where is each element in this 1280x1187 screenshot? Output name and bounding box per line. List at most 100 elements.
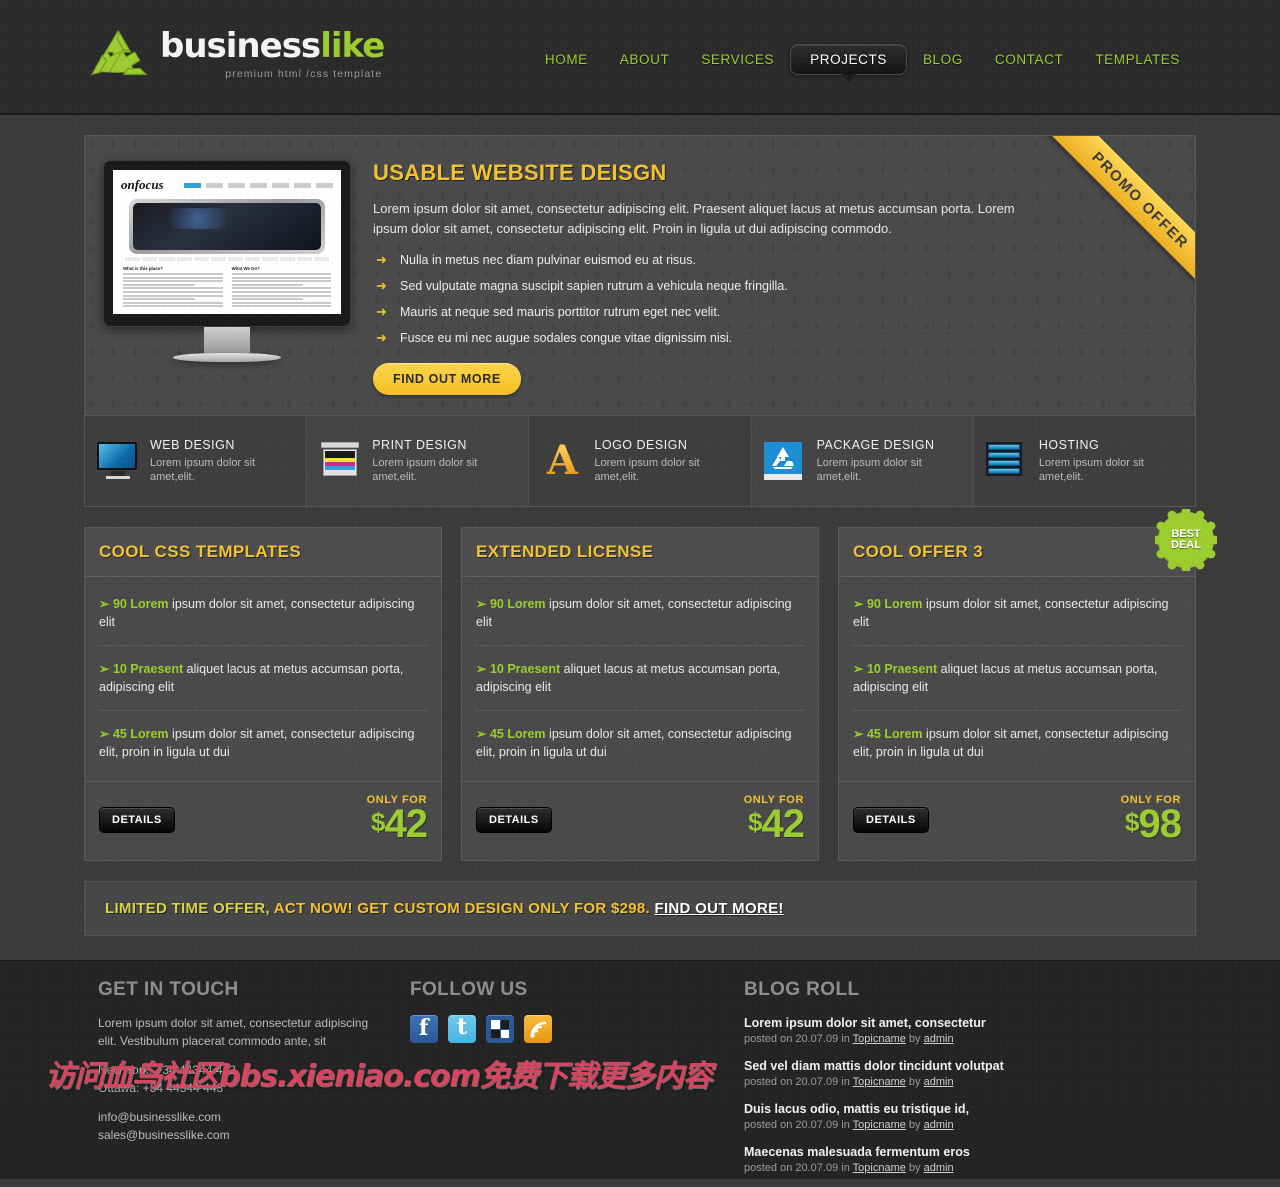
recycle-icon (90, 29, 148, 76)
monitor-stand (204, 327, 250, 353)
nav-item-contact[interactable]: CONTACT (979, 46, 1079, 73)
blog-author-link[interactable]: admin (924, 1119, 954, 1131)
hero-bullet: Nulla in metus nec diam pulvinar euismod… (373, 252, 1045, 279)
pricing-feature: ➢ 45 Lorem ipsum dolor sit amet, consect… (476, 727, 792, 759)
price-amount-block: ONLY FOR $42 (367, 795, 428, 845)
pricing-box-footer: DETAILS ONLY FOR $42 (462, 781, 818, 860)
feature-highlight: 90 Lorem (112, 597, 169, 611)
blog-author-link[interactable]: admin (924, 1033, 954, 1045)
recycle-box-icon (763, 442, 806, 480)
meta-prefix: posted on 20.07.09 in (744, 1162, 853, 1174)
blog-author-link[interactable]: admin (924, 1076, 954, 1088)
service-item-logo-design[interactable]: A LOGO DESIGN Lorem ipsum dolor sit amet… (529, 416, 752, 506)
service-title: HOSTING (1038, 438, 1100, 452)
letter-a-icon: A (541, 441, 583, 481)
hero-bullet: Mauris at neque sed mauris porttitor rut… (373, 304, 1045, 331)
details-button[interactable]: DETAILS (476, 806, 552, 833)
facebook-icon[interactable] (410, 1015, 438, 1043)
service-item-hosting[interactable]: HOSTING Lorem ipsum dolor sit amet,elit. (974, 416, 1195, 506)
price-number: 98 (1138, 802, 1182, 846)
pricing-feature: ➢ 90 Lorem ipsum dolor sit amet, consect… (853, 581, 1181, 646)
blog-post-meta: posted on 20.07.09 in Topicname by admin (744, 1119, 1036, 1131)
page-content: PROMO OFFER onfocus What is this place? … (84, 115, 1217, 936)
footer-column-title: BLOG ROLL (744, 979, 860, 1000)
screenshot-nav (184, 182, 333, 188)
blog-post-meta: posted on 20.07.09 in Topicname by admin (744, 1033, 1036, 1045)
blog-author-link[interactable]: admin (924, 1162, 954, 1174)
rss-icon[interactable] (524, 1015, 552, 1043)
meta-prefix: posted on 20.07.09 in (744, 1119, 853, 1131)
blog-post-title[interactable]: Maecenas malesuada fermentum eros (744, 1144, 1036, 1160)
hero-bullet-list: Nulla in metus nec diam pulvinar euismod… (373, 252, 1045, 357)
price-amount-block: ONLY FOR $98 (1121, 795, 1182, 846)
blog-topic-link[interactable]: Topicname (853, 1076, 906, 1088)
site-header: businesslike premium html /css template … (0, 0, 1280, 115)
pricing-box-footer: DETAILS ONLY FOR $98 (839, 781, 1195, 860)
pricing-title: EXTENDED LICENSE (476, 542, 654, 561)
service-item-web-design[interactable]: WEB DESIGN Lorem ipsum dolor sit amet,el… (85, 416, 308, 506)
service-title: LOGO DESIGN (594, 438, 688, 452)
feature-highlight: 10 Praesent (489, 662, 561, 676)
service-desc: Lorem ipsum dolor sit amet,elit. (594, 457, 700, 483)
promo-ribbon-label: PROMO OFFER (1032, 136, 1195, 308)
currency-symbol: $ (371, 807, 386, 837)
service-item-print-design[interactable]: PRINT DESIGN Lorem ipsum dolor sit amet,… (307, 416, 530, 506)
main-navigation: HOME ABOUT SERVICES PROJECTS BLOG CONTAC… (529, 44, 1196, 83)
footer-email-sales[interactable]: sales@businesslike.com (98, 1127, 382, 1145)
pricing-title: COOL OFFER 3 (853, 542, 984, 561)
blog-roll-item: Duis lacus odio, mattis eu tristique id,… (744, 1101, 1036, 1131)
service-title: PACKAGE DESIGN (816, 438, 935, 452)
monitor-screen: onfocus What is this place? What We Do? (113, 170, 341, 314)
nav-item-about[interactable]: ABOUT (604, 46, 686, 73)
price-value: $98 (1121, 802, 1182, 846)
hero-bullet: Sed vulputate magna suscipit sapien rutr… (373, 278, 1045, 305)
find-out-more-button[interactable]: FIND OUT MORE (373, 363, 521, 395)
services-strip: WEB DESIGN Lorem ipsum dolor sit amet,el… (84, 416, 1196, 507)
blog-topic-link[interactable]: Topicname (853, 1162, 906, 1174)
pricing-title: COOL CSS TEMPLATES (99, 542, 302, 561)
footer-column-title: FOLLOW US (410, 979, 528, 1000)
details-button[interactable]: DETAILS (99, 806, 175, 833)
blog-post-title[interactable]: Lorem ipsum dolor sit amet, consectetur (744, 1015, 1036, 1031)
feature-highlight: 10 Praesent (112, 662, 184, 676)
best-deal-line2: DEAL (1171, 539, 1201, 551)
nav-item-blog[interactable]: BLOG (907, 46, 979, 73)
delicious-icon[interactable] (486, 1015, 514, 1043)
feature-highlight: 45 Lorem (112, 727, 169, 741)
monitor-icon (97, 442, 139, 480)
pricing-feature: ➢ 45 Lorem ipsum dolor sit amet, consect… (99, 727, 415, 759)
screenshot-site-logo: onfocus (121, 177, 164, 192)
hero-banner: PROMO OFFER onfocus What is this place? … (84, 135, 1196, 416)
blog-topic-link[interactable]: Topicname (853, 1119, 906, 1131)
nav-item-projects[interactable]: PROJECTS (790, 44, 907, 83)
brand-logo[interactable]: businesslike premium html /css template (88, 27, 385, 85)
meta-by: by (905, 1076, 924, 1088)
details-button[interactable]: DETAILS (853, 806, 929, 833)
nav-item-services[interactable]: SERVICES (685, 46, 790, 73)
brand-tagline: premium html /css template (225, 68, 383, 80)
pricing-feature: ➢ 10 Praesent aliquet lacus at metus acc… (476, 646, 804, 711)
service-item-package-design[interactable]: PACKAGE DESIGN Lorem ipsum dolor sit ame… (751, 416, 974, 506)
blog-roll-item: Lorem ipsum dolor sit amet, consectetur … (744, 1015, 1036, 1045)
monitor-base (173, 353, 281, 362)
blog-post-title[interactable]: Duis lacus odio, mattis eu tristique id, (744, 1101, 1036, 1117)
blog-roll-item: Sed vel diam mattis dolor tincidunt volu… (744, 1058, 1036, 1088)
currency-symbol: $ (748, 807, 763, 837)
blog-topic-link[interactable]: Topicname (853, 1033, 906, 1045)
blog-post-title[interactable]: Sed vel diam mattis dolor tincidunt volu… (744, 1058, 1036, 1074)
nav-item-templates[interactable]: TEMPLATES (1079, 46, 1196, 73)
pricing-feature: ➢ 45 Lorem ipsum dolor sit amet, consect… (853, 727, 1169, 759)
price-value: $42 (744, 804, 805, 844)
nav-item-home[interactable]: HOME (529, 46, 604, 73)
feature-highlight: 10 Praesent (866, 662, 938, 676)
server-rack-icon (985, 442, 1028, 480)
promo-ribbon: PROMO OFFER (1015, 136, 1195, 316)
feature-highlight: 90 Lorem (489, 597, 546, 611)
twitter-icon[interactable] (448, 1014, 476, 1043)
hero-paragraph: Lorem ipsum dolor sit amet, consectetur … (373, 201, 1015, 236)
limited-offer-gold-text: ACT NOW! GET CUSTOM DESIGN ONLY FOR $298… (269, 900, 655, 917)
footer-email-info[interactable]: info@businesslike.com (98, 1109, 382, 1127)
pricing-box-header: COOL CSS TEMPLATES (85, 528, 441, 577)
limited-offer-link[interactable]: FIND OUT MORE! (654, 900, 783, 917)
pricing-feature-list: ➢ 90 Lorem ipsum dolor sit amet, consect… (462, 577, 818, 781)
